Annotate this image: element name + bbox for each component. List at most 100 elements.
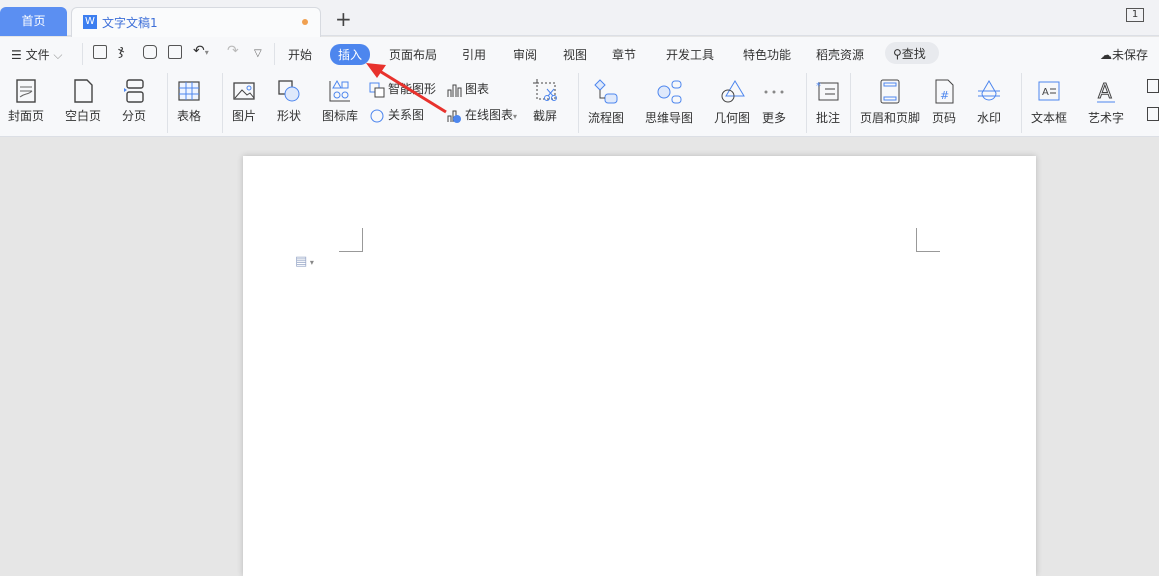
- label: 流程图: [588, 111, 625, 125]
- divider: [806, 73, 807, 133]
- search-button[interactable]: ⚲查找: [885, 42, 939, 64]
- divider: [167, 73, 168, 133]
- label: 形状: [277, 109, 302, 123]
- menu-developer[interactable]: 开发工具: [666, 46, 714, 63]
- comment-button[interactable]: * 批注: [815, 79, 841, 126]
- unsaved-dot-icon: [302, 19, 308, 25]
- flowchart-button[interactable]: 流程图: [588, 79, 624, 126]
- header-footer-button[interactable]: 页眉和页脚: [860, 79, 920, 126]
- label: 页码: [931, 111, 956, 125]
- page-break-icon: [124, 79, 144, 103]
- divider: [222, 73, 223, 133]
- search-label: 查找: [901, 47, 926, 61]
- label: 关系图: [388, 108, 425, 122]
- window-layout-button[interactable]: 1: [1126, 8, 1144, 22]
- print-icon[interactable]: [143, 45, 157, 59]
- label: 艺术字: [1088, 111, 1125, 125]
- svg-text:A: A: [1098, 79, 1112, 103]
- undo-icon[interactable]: ↶▾: [193, 43, 209, 59]
- cover-page-icon: [16, 79, 36, 103]
- comment-icon: *: [816, 81, 839, 101]
- shape-button[interactable]: 形状: [277, 79, 301, 124]
- label: 更多: [761, 111, 786, 125]
- relation-chart-icon: [370, 109, 384, 122]
- save-icon[interactable]: [93, 45, 107, 59]
- new-tab-button[interactable]: +: [335, 7, 352, 31]
- chart-icon: [447, 84, 462, 97]
- picture-button[interactable]: 图片: [232, 79, 256, 124]
- mindmap-button[interactable]: 思维导图: [645, 79, 693, 126]
- more-tools-icon[interactable]: [1147, 79, 1159, 93]
- label: 在线图表: [465, 108, 514, 122]
- wordart-button[interactable]: A 艺术字: [1088, 79, 1124, 126]
- shape-icon: [278, 80, 300, 102]
- watermark-button[interactable]: 水印: [976, 79, 1002, 126]
- cover-page-button[interactable]: 封面页: [8, 79, 44, 124]
- redo-icon[interactable]: ↷: [227, 43, 239, 59]
- header-footer-icon: [880, 79, 900, 104]
- blank-page-button[interactable]: 空白页: [65, 79, 101, 124]
- mindmap-icon: [657, 80, 682, 104]
- online-chart-icon: [447, 110, 461, 123]
- smartart-button[interactable]: 智能图形: [369, 80, 436, 98]
- more-button[interactable]: 更多: [761, 79, 787, 126]
- page-number-button[interactable]: # 页码: [931, 79, 957, 126]
- divider: [82, 43, 83, 65]
- textbox-icon: A: [1038, 81, 1060, 101]
- screenshot-button[interactable]: 截屏: [532, 79, 558, 124]
- margin-corner: [916, 228, 940, 252]
- geometry-icon: [721, 80, 745, 103]
- menu-features[interactable]: 特色功能: [743, 46, 791, 63]
- table-button[interactable]: 表格: [177, 79, 201, 124]
- menu-references[interactable]: 引用: [462, 46, 486, 63]
- divider: [274, 43, 275, 65]
- menu-insert[interactable]: 插入: [330, 44, 371, 65]
- customize-icon[interactable]: ▽: [254, 48, 262, 59]
- menu-review[interactable]: 审阅: [513, 46, 537, 63]
- divider: [578, 73, 579, 133]
- writer-icon: W: [83, 15, 97, 29]
- label: 分页: [122, 109, 147, 123]
- icon-library-button[interactable]: 图标库: [322, 79, 358, 124]
- svg-text:#: #: [940, 89, 949, 102]
- relation-chart-button[interactable]: 关系图: [369, 106, 424, 124]
- paragraph-icon[interactable]: ▤ ▾: [295, 254, 314, 269]
- flowchart-icon: [594, 79, 618, 104]
- more-tools-icon[interactable]: [1147, 107, 1159, 121]
- menu-view[interactable]: 视图: [563, 46, 587, 63]
- divider: [1021, 73, 1022, 133]
- label: 批注: [815, 111, 840, 125]
- format-painter-icon[interactable]: ჯ: [118, 43, 124, 59]
- menu-start[interactable]: 开始: [288, 46, 312, 63]
- smartart-icon: [369, 82, 385, 97]
- page-break-button[interactable]: 分页: [122, 79, 146, 124]
- document-title: 文字文稿1: [102, 16, 158, 30]
- save-status[interactable]: ☁未保存: [1100, 46, 1148, 63]
- menu-section[interactable]: 章节: [612, 46, 636, 63]
- document-page[interactable]: ▤ ▾: [243, 156, 1036, 576]
- menu-docer[interactable]: 稻壳资源: [816, 46, 864, 63]
- print-preview-icon[interactable]: [168, 45, 182, 59]
- icon-library-icon: [329, 79, 350, 102]
- svg-text:A: A: [1042, 87, 1049, 98]
- menu-page-layout[interactable]: 页面布局: [389, 46, 437, 63]
- label: 思维导图: [645, 111, 694, 125]
- watermark-icon: [978, 80, 1000, 101]
- geometry-button[interactable]: 几何图: [714, 79, 750, 126]
- online-chart-button[interactable]: 在线图表▾: [446, 106, 517, 124]
- margin-corner: [339, 228, 363, 252]
- search-icon: ⚲: [893, 47, 902, 61]
- cloud-icon: ☁: [1100, 48, 1112, 62]
- file-menu[interactable]: ☰ 文件 ⌵: [11, 46, 63, 63]
- table-icon: [178, 81, 200, 101]
- label: 文本框: [1031, 111, 1068, 125]
- tab-home[interactable]: 首页: [0, 7, 67, 36]
- label: 智能图形: [388, 82, 437, 96]
- label: 表格: [177, 109, 202, 123]
- chart-button[interactable]: 图表: [446, 80, 489, 98]
- page-number-icon: #: [935, 79, 954, 104]
- picture-icon: [233, 82, 255, 100]
- tab-document[interactable]: W 文字文稿1: [71, 7, 321, 37]
- blank-page-icon: [74, 79, 93, 103]
- textbox-button[interactable]: A 文本框: [1031, 79, 1067, 126]
